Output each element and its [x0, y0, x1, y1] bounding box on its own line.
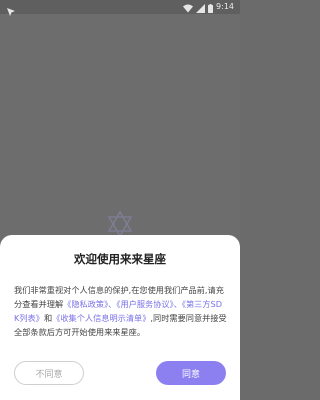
- disagree-button[interactable]: 不同意: [14, 361, 84, 385]
- privacy-policy-link[interactable]: 《隐私政策》: [63, 299, 108, 309]
- separator-text: 、: [173, 299, 182, 309]
- status-indicators: 9:14: [183, 2, 234, 13]
- star-logo-icon: [106, 210, 134, 238]
- battery-icon: [208, 0, 214, 17]
- privacy-consent-dialog: 欢迎使用来来星座 我们非常重视对个人信息的保护,在您使用我们产品前,请充分查看并…: [0, 235, 240, 400]
- app-screen: 9:14 欢迎使用来来星座 我们非常重视对个人信息的保护,在您使用我们产品前,请…: [0, 0, 240, 400]
- and-text: 和: [43, 313, 53, 323]
- info-collection-list-link[interactable]: 《收集个人信息明示清单》: [52, 313, 150, 323]
- agree-button[interactable]: 同意: [156, 361, 226, 385]
- user-agreement-link[interactable]: 《用户服务协议》: [116, 299, 173, 309]
- wifi-icon: [183, 0, 194, 17]
- signal-icon: [196, 0, 206, 17]
- navigation-arrow-icon: [6, 2, 16, 16]
- status-bar: 9:14: [0, 0, 240, 16]
- status-time: 9:14: [216, 2, 234, 11]
- dialog-body: 我们非常重视对个人信息的保护,在您使用我们产品前,请充分查看并理解《隐私政策》、…: [14, 283, 227, 339]
- dialog-title: 欢迎使用来来星座: [74, 252, 166, 266]
